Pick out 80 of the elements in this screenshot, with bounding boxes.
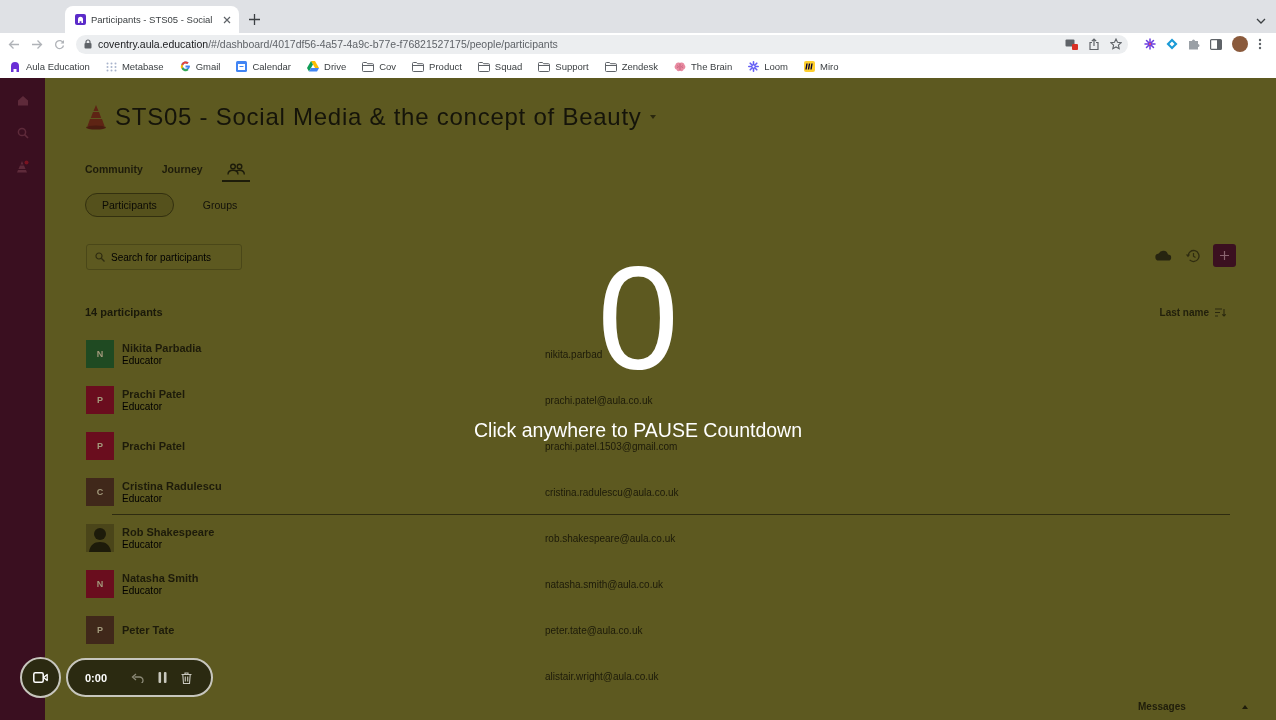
participant-email: peter.tate@aula.co.uk — [545, 624, 643, 636]
participant-email: prachi.patel@aula.co.uk — [545, 394, 653, 406]
bookmark[interactable]: Loom — [748, 61, 788, 72]
side-panel-icon[interactable] — [1210, 38, 1222, 50]
add-button[interactable] — [1213, 244, 1236, 267]
diamond-icon[interactable] — [1166, 38, 1178, 50]
cloud-icon[interactable] — [1155, 250, 1172, 261]
favicon-icon — [75, 14, 86, 25]
search-field[interactable]: Search for participants — [86, 244, 242, 270]
participant-role: Educator — [122, 539, 164, 551]
participant-role: Educator — [122, 585, 164, 597]
bookmark[interactable]: Calendar — [236, 61, 292, 72]
search-icon — [95, 252, 105, 262]
participant-email: nikita.parbad — [545, 348, 603, 360]
pause-icon[interactable] — [158, 672, 168, 683]
plus-icon[interactable] — [249, 14, 260, 25]
avatar: N — [86, 340, 114, 368]
puzzle-icon[interactable] — [1188, 38, 1200, 50]
address-bar[interactable]: coventry.aula.education/#/dashboard/4017df56-4a57-4a9c-b77e-f76821527175/people/participants — [76, 34, 1128, 54]
bookmark[interactable]: Miro — [804, 61, 839, 72]
participant-email: natasha.smith@aula.co.uk — [545, 578, 663, 590]
folder-icon — [362, 61, 375, 72]
caret-down-icon[interactable] — [649, 115, 656, 119]
bookmark[interactable]: Squad — [477, 61, 523, 72]
brain-icon — [674, 61, 687, 72]
participant-email: prachi.patel.1503@gmail.com — [545, 440, 678, 452]
avatar: P — [86, 616, 114, 644]
trash-icon[interactable] — [181, 671, 193, 684]
cone-icon — [85, 104, 107, 130]
bookmark[interactable]: Metabase — [105, 61, 164, 72]
participant-email: cristina.radulescu@aula.co.uk — [545, 486, 679, 498]
bookmark[interactable]: Support — [538, 61, 589, 72]
participant-role: Educator — [122, 355, 164, 367]
avatar: C — [86, 478, 114, 506]
avatar: P — [86, 386, 114, 414]
bookmark[interactable]: Product — [412, 61, 462, 72]
bookmark[interactable]: Zendesk — [604, 61, 659, 72]
timer-text: 0:00 — [85, 671, 108, 684]
starburst-icon[interactable] — [1144, 38, 1156, 50]
participant-email: rob.shakespeare@aula.co.uk — [545, 532, 676, 544]
people-icon — [226, 163, 245, 175]
sort-icon — [1215, 308, 1226, 317]
countdown-hint: Click anywhere to PAUSE Countdown — [473, 418, 802, 442]
chevron-down-icon[interactable] — [1256, 18, 1266, 24]
window-badge-icon[interactable] — [1065, 38, 1078, 50]
bookmark[interactable]: The Brain — [674, 61, 733, 72]
bookmark[interactable]: Gmail — [179, 61, 221, 72]
video-camera-icon — [33, 672, 48, 683]
logo-icon — [804, 61, 815, 72]
folder-icon — [604, 61, 617, 72]
caret-up-icon — [1242, 704, 1248, 709]
dot-grid-icon — [105, 61, 117, 72]
more-icon[interactable] — [1258, 38, 1262, 50]
avatar: N — [86, 570, 114, 598]
triangle-logo-icon — [307, 61, 320, 72]
avatar: P — [86, 432, 114, 460]
participant-email: alistair.wright@aula.co.uk — [545, 670, 659, 682]
plus-icon — [1220, 251, 1229, 260]
starburst-icon — [748, 61, 760, 72]
folder-icon — [538, 61, 551, 72]
participant-role: Educator — [122, 401, 164, 413]
star-icon[interactable] — [1110, 38, 1122, 50]
photo-placeholder — [86, 524, 114, 552]
lock-icon — [84, 39, 92, 49]
bookmark[interactable]: Cov — [362, 61, 397, 72]
undo-icon[interactable] — [131, 672, 145, 683]
close-icon[interactable] — [223, 15, 231, 24]
participant-role: Educator — [122, 493, 164, 505]
bookmark[interactable]: Drive — [307, 61, 347, 72]
profile-avatar[interactable] — [1232, 36, 1248, 52]
folder-icon — [477, 61, 490, 72]
course-title: STS05 - Social Media & the concept of Beauty — [115, 103, 642, 131]
participant-count: 14 participants — [85, 306, 163, 318]
browser-tab[interactable]: Participants - STS05 - Social — [65, 6, 239, 33]
folder-icon — [412, 61, 425, 72]
g-logo-icon — [179, 61, 191, 72]
bookmark[interactable]: Aula Education — [10, 60, 90, 73]
share-icon[interactable] — [1089, 38, 1099, 50]
calendar-icon — [236, 61, 248, 72]
logo-icon — [10, 60, 21, 73]
